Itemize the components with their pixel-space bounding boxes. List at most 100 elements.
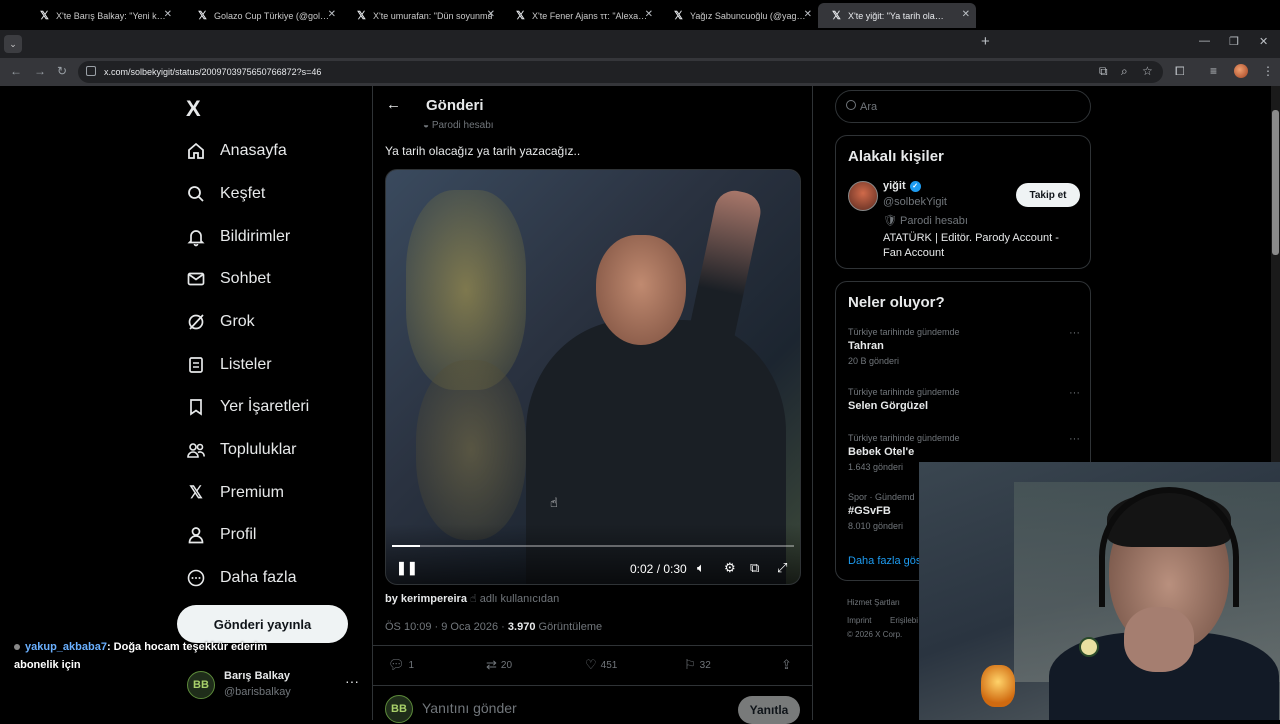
nav-item-messages[interactable]: Sohbet (186, 264, 271, 294)
pause-icon[interactable]: ❚❚ (396, 560, 418, 576)
restore-button[interactable]: ❐ (1229, 35, 1239, 48)
views-label: Görüntüleme (538, 621, 603, 633)
footer-link[interactable]: Imprint (847, 616, 871, 625)
settings-gear-icon[interactable]: ⚙︎ (724, 560, 736, 576)
nav-item-grok[interactable]: Grok (186, 307, 255, 337)
close-icon[interactable]: ✕ (328, 9, 336, 20)
show-more-link[interactable]: Daha fazla gös (848, 555, 921, 567)
panel-title: Neler oluyor? (848, 294, 945, 311)
repost-action[interactable]: ⇄ 20 (486, 657, 512, 673)
close-icon[interactable]: ✕ (645, 9, 653, 20)
follow-button[interactable]: Takip et (1016, 183, 1080, 207)
site-info-icon[interactable] (86, 66, 96, 76)
media-control-icon[interactable]: ≡ (1210, 64, 1217, 78)
tab-search-button[interactable]: ⌄ (4, 35, 22, 53)
video-progress-bar[interactable] (392, 545, 794, 547)
trend-context: Türkiye tarihinde gündemde (848, 327, 960, 337)
close-icon[interactable]: ✕ (962, 9, 970, 20)
browser-tab[interactable]: 𝕏 Golazo Cup Türkiye (@golazoc ✕ (184, 3, 342, 28)
browser-tab[interactable]: 𝕏 X'te umurafan: "Dün soyunma ✕ (343, 3, 501, 28)
back-arrow-icon[interactable]: ← (386, 96, 401, 113)
footer-link[interactable]: Erişilebi (890, 616, 918, 625)
bookmark-action[interactable]: ⚐ 32 (684, 657, 711, 673)
trend-item[interactable]: Türkiye tarihinde gündemde Tahran 20 B g… (848, 327, 1080, 366)
parody-label: ◒ Parodi hesabı (423, 120, 494, 131)
install-app-icon[interactable]: ⧉ (1099, 64, 1108, 79)
browser-tab[interactable]: 𝕏 X'te Barış Balkay: "Yeni kamera ✕ (26, 3, 178, 28)
trend-name: Bebek Otel'e (848, 446, 915, 458)
list-icon (186, 355, 206, 375)
pip-icon[interactable]: ⧉ (750, 560, 759, 576)
nav-item-profile[interactable]: Profil (186, 520, 256, 550)
nav-item-notifications[interactable]: Bildirimler (186, 222, 290, 252)
video-player[interactable]: ❚❚ 0:02 / 0:30 🔈︎ ⚙︎ ⧉ ⤢ ☝︎ (385, 169, 801, 585)
nav-item-lists[interactable]: Listeler (186, 350, 272, 380)
verified-badge-icon: ✓ (909, 180, 921, 192)
volume-icon[interactable]: 🔈︎ (697, 560, 705, 576)
back-icon[interactable]: ← (10, 64, 22, 78)
profile-avatar-icon[interactable] (1234, 64, 1248, 78)
more-dots-icon[interactable]: ··· (1069, 387, 1080, 399)
parody-label: 🛡︎ Parodi hesabı (883, 215, 968, 227)
x-favicon-icon: 𝕏 (40, 10, 49, 22)
close-icon[interactable]: ✕ (804, 9, 812, 20)
nav-item-home[interactable]: Anasayfa (186, 136, 287, 166)
nav-label: Bildirimler (220, 228, 291, 245)
heart-icon: ♡ (585, 657, 597, 672)
video-overlay (386, 524, 800, 584)
close-icon[interactable]: ✕ (487, 9, 495, 20)
window-close-button[interactable]: ✕ (1259, 35, 1268, 48)
avatar[interactable] (848, 181, 878, 211)
browser-tab[interactable]: 𝕏 Yağız Sabuncuoğlu (@yagosab ✕ (660, 3, 818, 28)
x-logo[interactable]: X (186, 96, 201, 122)
nav-label: Keşfet (220, 185, 266, 202)
url-input[interactable]: x.com/solbekyigit/status/200970397565076… (78, 61, 1163, 83)
reply-count: 1 (408, 659, 415, 671)
kebab-menu-icon[interactable]: ⋮ (1262, 64, 1274, 78)
bookmark-star-icon[interactable]: ☆ (1142, 64, 1153, 78)
browser-tab[interactable]: 𝕏 X'te Fener Ajans ττ: "Alexander ✕ (502, 3, 659, 28)
scrollbar-thumb[interactable] (1272, 110, 1279, 255)
new-tab-button[interactable]: + (981, 33, 990, 50)
more-dots-icon[interactable]: ··· (345, 673, 359, 689)
fullscreen-icon[interactable]: ⤢ (777, 560, 787, 576)
tab-title: X'te yiğit: "Ya tarih olacağız (848, 10, 948, 21)
share-action[interactable]: ⇪ (781, 657, 796, 673)
trend-item[interactable]: Türkiye tarihinde gündemde Selen Görgüze… (848, 387, 1080, 412)
trend-context: Türkiye tarihinde gündemde (848, 433, 960, 443)
browser-tab-active[interactable]: 𝕏 X'te yiğit: "Ya tarih olacağız ✕ (818, 3, 976, 28)
reload-icon[interactable]: ↻ (57, 64, 67, 78)
video-subject (683, 187, 765, 363)
post-meta: ÖS 10:09 · 9 Oca 2026 · 3.970 Görüntülem… (385, 621, 602, 633)
nav-item-communities[interactable]: Topluluklar (186, 435, 296, 465)
divider (373, 685, 812, 686)
attribution-user[interactable]: by kerimpereira (385, 593, 467, 605)
zoom-icon[interactable]: ⌕ (1121, 64, 1128, 79)
forward-icon[interactable]: → (34, 64, 46, 78)
footer-link[interactable]: Hizmet Şartları (847, 598, 900, 607)
avatar: BB (187, 671, 215, 699)
related-user-name[interactable]: yiğit ✓ (883, 180, 921, 192)
more-dots-icon[interactable]: ··· (1069, 433, 1080, 445)
nav-item-explore[interactable]: Keşfet (186, 179, 265, 209)
extensions-icon[interactable]: ⧠ (1175, 64, 1185, 79)
reply-input[interactable]: Yanıtını gönder (422, 700, 517, 716)
related-user-handle: @solbekYigit (883, 196, 947, 208)
like-count: 451 (600, 659, 618, 671)
video-background (416, 360, 526, 540)
nav-item-bookmarks[interactable]: Yer İşaretleri (186, 392, 309, 422)
video-progress-fill (392, 545, 421, 547)
attribution-suffix: adlı kullanıcıdan (479, 593, 560, 605)
like-action[interactable]: ♡ 451 (585, 657, 617, 673)
search-input[interactable]: Ara (835, 90, 1091, 123)
post-timestamp[interactable]: ÖS 10:09 · 9 Oca 2026 · (385, 621, 505, 633)
more-dots-icon[interactable]: ··· (1069, 327, 1080, 339)
nav-item-more[interactable]: Daha fazla (186, 563, 297, 593)
minimize-button[interactable]: — (1199, 35, 1210, 47)
reply-action[interactable]: 💬︎ 1 (388, 657, 414, 673)
nav-item-premium[interactable]: 𝕏 Premium (186, 478, 284, 508)
communities-icon (186, 440, 206, 460)
close-icon[interactable]: ✕ (164, 9, 172, 20)
avatar: BB (385, 695, 413, 723)
trend-name: Tahran (848, 340, 884, 352)
